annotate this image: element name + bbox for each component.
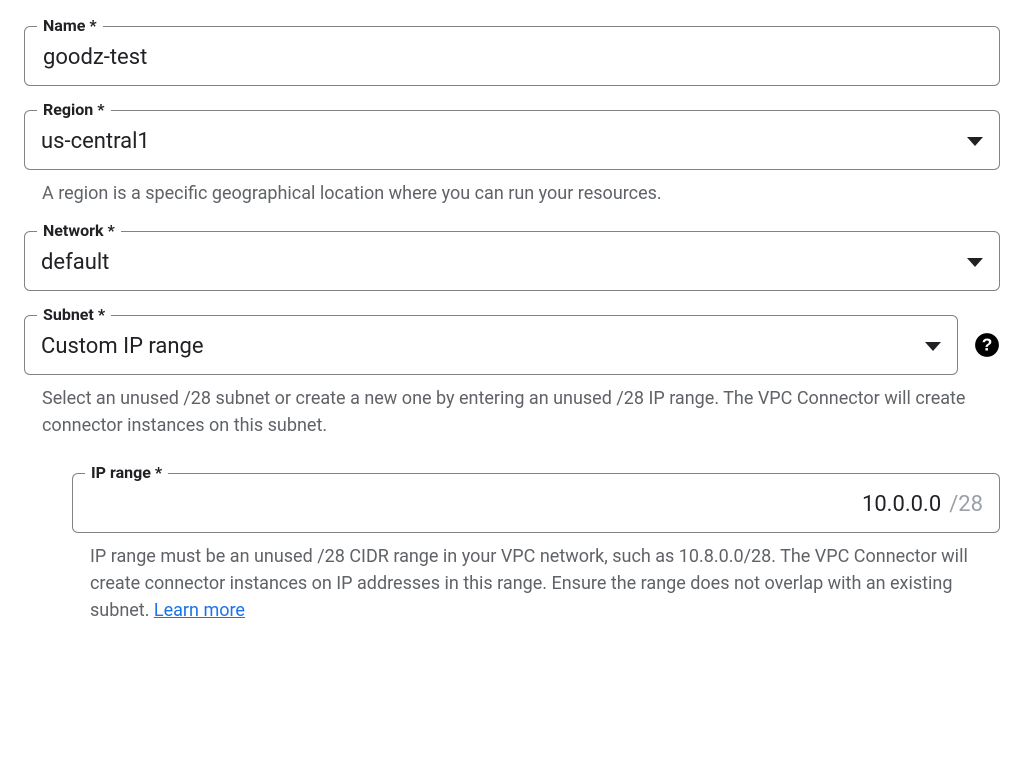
required-asterisk: * (108, 221, 115, 240)
svg-text:?: ? (982, 334, 993, 354)
chevron-down-icon (967, 258, 983, 267)
ip-range-input[interactable] (810, 491, 943, 518)
learn-more-link[interactable]: Learn more (154, 600, 245, 621)
ip-range-field[interactable]: IP range * /28 (72, 473, 1000, 533)
required-asterisk: * (89, 16, 96, 35)
network-field[interactable]: Network * default (24, 231, 1000, 291)
subnet-select[interactable]: Custom IP range (25, 316, 957, 374)
region-select[interactable]: us-central1 (25, 111, 999, 169)
network-label: Network * (37, 221, 121, 240)
required-asterisk: * (98, 305, 105, 324)
chevron-down-icon (925, 342, 941, 351)
name-label: Name * (37, 16, 103, 35)
subnet-label-text: Subnet (43, 305, 94, 324)
region-label: Region * (37, 100, 111, 119)
region-label-text: Region (43, 100, 93, 119)
network-label-text: Network (43, 221, 104, 240)
help-icon[interactable]: ? (974, 332, 1000, 358)
region-helper-text: A region is a specific geographical loca… (42, 180, 996, 207)
region-field[interactable]: Region * us-central1 (24, 110, 1000, 170)
ip-range-section: IP range * /28 IP range must be an unuse… (72, 473, 1000, 624)
required-asterisk: * (97, 100, 104, 119)
subnet-label: Subnet * (37, 305, 111, 324)
subnet-value: Custom IP range (41, 334, 913, 359)
subnet-field[interactable]: Subnet * Custom IP range (24, 315, 958, 375)
chevron-down-icon (967, 137, 983, 146)
form-container: Name * Region * us-central1 A region is … (0, 0, 1024, 644)
network-value: default (41, 250, 955, 275)
ip-range-label: IP range * (85, 463, 168, 482)
required-asterisk: * (155, 463, 162, 482)
ip-range-helper-text: IP range must be an unused /28 CIDR rang… (90, 543, 996, 624)
name-field[interactable]: Name * (24, 26, 1000, 86)
subnet-helper-text: Select an unused /28 subnet or create a … (42, 385, 996, 439)
name-input[interactable] (41, 44, 983, 71)
name-label-text: Name (43, 16, 85, 35)
ip-range-suffix: /28 (949, 492, 983, 517)
ip-range-label-text: IP range (91, 463, 151, 482)
region-value: us-central1 (41, 129, 955, 154)
network-select[interactable]: default (25, 232, 999, 290)
